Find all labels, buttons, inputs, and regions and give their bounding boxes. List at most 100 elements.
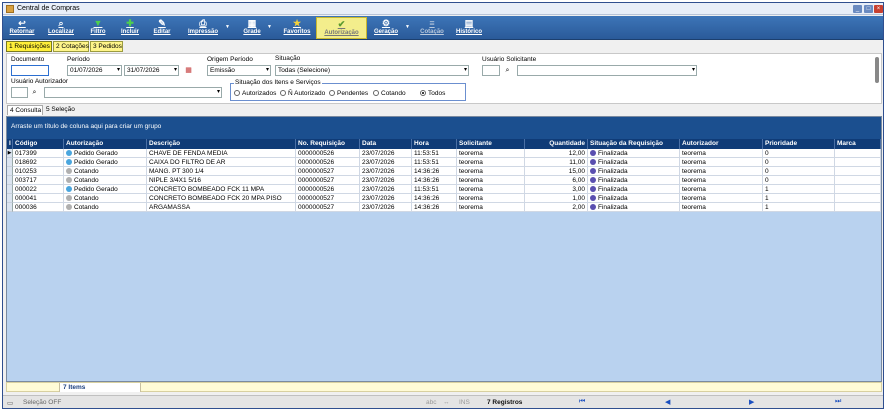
- cell-text: 11,00: [569, 159, 585, 166]
- cell-descricao: CONCRETO BOMBEADO FCK 20 MPA PISO: [147, 194, 296, 203]
- last-record-icon[interactable]: ⏭: [835, 398, 841, 406]
- edit-button[interactable]: ✎ Editar: [149, 17, 175, 39]
- col-header-marca[interactable]: Marca: [835, 139, 881, 149]
- maximize-button[interactable]: □: [864, 5, 873, 13]
- usuario-solicitante-code[interactable]: [482, 65, 500, 76]
- cell-codigo: 010253: [13, 167, 64, 176]
- group-by-area[interactable]: Arraste um título de coluna aqui para cr…: [7, 117, 881, 139]
- abc-indicator: abc: [426, 399, 437, 406]
- tab-selecao[interactable]: 5 Seleção: [44, 105, 80, 115]
- cell-codigo: 000041: [13, 194, 64, 203]
- tab-consulta[interactable]: 4 Consulta: [7, 105, 43, 115]
- cell-marca: [835, 167, 881, 176]
- documento-input[interactable]: [11, 65, 49, 76]
- cell-hora: 11:53:51: [412, 158, 457, 167]
- col-header-prioridade[interactable]: Prioridade: [763, 139, 835, 149]
- filter-button[interactable]: ▼ Filtro: [87, 17, 109, 39]
- cell-data: 23/07/2026: [360, 203, 412, 212]
- cell-text: 12,00: [568, 150, 585, 157]
- cell-descricao: NIPLE 3/4X1 5/16: [147, 176, 296, 185]
- grid-dropdown-icon[interactable]: ▼: [267, 24, 272, 30]
- cell-text: Finalizada: [598, 186, 628, 193]
- table-row[interactable]: 018692 Pedido Gerado CAIXA DO FILTRO DE AR…: [7, 158, 881, 167]
- tab-requisicoes[interactable]: 1 Requisições: [6, 41, 52, 52]
- cell-text: 010253: [15, 168, 37, 175]
- usuario-solicitante-select[interactable]: [517, 65, 697, 76]
- table-row[interactable]: 000041 Cotando CONCRETO BOMBEADO FCK 20 MP…: [7, 194, 881, 203]
- date-from-input[interactable]: 01/07/2026: [67, 65, 122, 76]
- cell-data: 23/07/2026: [360, 158, 412, 167]
- radio-cotando[interactable]: Cotando: [373, 90, 406, 97]
- situacao-label: Situação: [275, 55, 301, 62]
- date-to-input[interactable]: 31/07/2026: [124, 65, 179, 76]
- quote-button[interactable]: ≡ Cotação: [417, 17, 447, 39]
- finalizada-status-icon: [590, 204, 596, 210]
- cell-text: 14:36:26: [414, 204, 440, 211]
- cell-text: CHAVE DE FENDA MEDIA: [149, 150, 228, 157]
- print-dropdown-icon[interactable]: ▼: [225, 24, 230, 30]
- status-bar: ▭ Seleção OFF abc ↔ INS 7 Registros ⏮ ◀ …: [3, 395, 883, 408]
- radio-autorizados[interactable]: Autorizados: [234, 90, 276, 97]
- col-header-autorizacao[interactable]: Autorização: [64, 139, 147, 149]
- usuario-autorizador-select[interactable]: [44, 87, 222, 98]
- table-row[interactable]: 010253 Cotando MANG. PT 300 1/4 0000000527 2…: [7, 167, 881, 176]
- cell-data: 23/07/2026: [360, 176, 412, 185]
- cell-situacao: Finalizada: [588, 149, 680, 158]
- finalizada-status-icon: [590, 168, 596, 174]
- col-header-autorizador[interactable]: Autorizador: [680, 139, 763, 149]
- table-row[interactable]: ▶ 017399 Pedido Gerado CHAVE DE FENDA MEDIA…: [7, 149, 881, 158]
- add-button[interactable]: ✚ Incluir: [117, 17, 143, 39]
- cell-text: 000022: [15, 186, 37, 193]
- first-record-icon[interactable]: ⏮: [579, 398, 585, 406]
- radio-pendentes[interactable]: Pendentes: [329, 90, 368, 97]
- cell-hora: 14:36:26: [412, 194, 457, 203]
- cell-text: Pedido Gerado: [74, 159, 118, 166]
- col-header-solicitante[interactable]: Solicitante: [457, 139, 525, 149]
- authorization-button[interactable]: ✔ Autorização: [316, 17, 367, 39]
- minimize-button[interactable]: _: [853, 5, 862, 13]
- record-count: 7 Registros: [487, 399, 523, 406]
- table-row[interactable]: 003717 Cotando NIPLE 3/4X1 5/16 0000000527 2…: [7, 176, 881, 185]
- table-row[interactable]: 000022 Pedido Gerado CONCRETO BOMBEADO FCK…: [7, 185, 881, 194]
- cell-marca: [835, 203, 881, 212]
- col-header-requisicao[interactable]: No. Requisição: [296, 139, 360, 149]
- situacao-select[interactable]: Todas (Selecione): [275, 65, 469, 76]
- filter-scrollbar[interactable]: [875, 57, 879, 83]
- col-header-situacao[interactable]: Situação da Requisição: [588, 139, 680, 149]
- col-header-codigo[interactable]: Código: [13, 139, 64, 149]
- calendar-icon[interactable]: ▦: [184, 66, 193, 75]
- search-autorizador-icon[interactable]: ⌕: [30, 88, 39, 97]
- history-button[interactable]: ▤ Histórico: [453, 17, 485, 39]
- tab-cotacoes[interactable]: 2 Cotações: [53, 41, 89, 52]
- generate-dropdown-icon[interactable]: ▼: [405, 24, 410, 30]
- usuario-autorizador-code[interactable]: [11, 87, 28, 98]
- origem-select[interactable]: Emissão: [207, 65, 271, 76]
- cell-text: 000036: [15, 204, 37, 211]
- tab-pedidos[interactable]: 3 Pedidos: [90, 41, 123, 52]
- close-button[interactable]: ×: [874, 5, 883, 13]
- generate-button[interactable]: ⚙ Geração: [371, 17, 401, 39]
- cell-requisicao: 0000000527: [296, 176, 360, 185]
- col-header-descricao[interactable]: Descrição: [147, 139, 296, 149]
- cell-text: 000041: [15, 195, 37, 202]
- col-header-quantidade[interactable]: Quantidade: [525, 139, 588, 149]
- cell-codigo: 003717: [13, 176, 64, 185]
- search-solicitante-icon[interactable]: ⌕: [503, 66, 512, 75]
- return-button[interactable]: ↩ Retornar: [7, 17, 37, 39]
- search-button[interactable]: ⌕ Localizar: [45, 17, 77, 39]
- radio-nao-autorizado[interactable]: Ñ Autorizado: [280, 90, 325, 97]
- table-row[interactable]: 000036 Cotando ARGAMASSA 0000000527 23/07/20…: [7, 203, 881, 212]
- radio-todos[interactable]: Todos: [420, 90, 445, 97]
- cell-text: 11:53:51: [414, 150, 439, 157]
- col-header-hora[interactable]: Hora: [412, 139, 457, 149]
- cell-codigo: 000022: [13, 185, 64, 194]
- grid-button[interactable]: ▦ Grade: [239, 17, 265, 39]
- column-header-row: I Código Autorização Descrição No. Requisiçã…: [7, 139, 881, 149]
- print-button[interactable]: ⎙ Impressão: [183, 17, 223, 39]
- next-record-icon[interactable]: ▶: [749, 398, 754, 406]
- col-header-data[interactable]: Data: [360, 139, 412, 149]
- cell-marca: [835, 185, 881, 194]
- cell-prioridade: 0: [763, 149, 835, 158]
- previous-record-icon[interactable]: ◀: [665, 398, 670, 406]
- favorites-button[interactable]: ★ Favoritos: [279, 17, 315, 39]
